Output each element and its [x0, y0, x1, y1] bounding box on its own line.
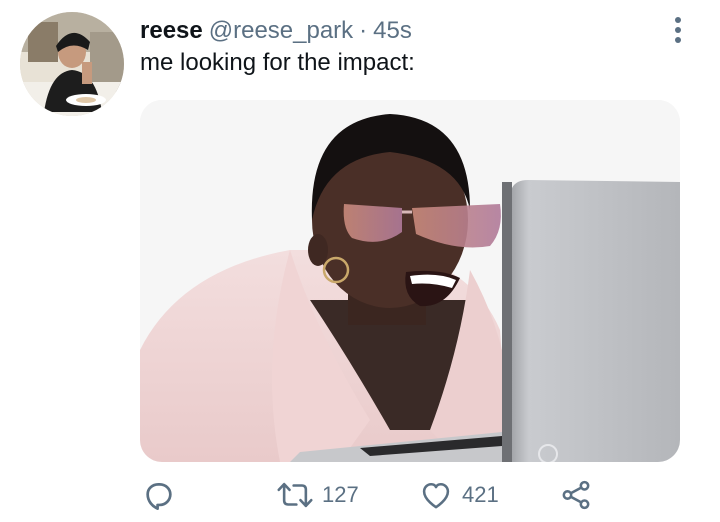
share-icon: [562, 480, 590, 510]
retweet-count: 127: [322, 482, 359, 507]
reply-icon: [146, 483, 172, 510]
more-vertical-icon[interactable]: [666, 14, 690, 46]
retweet-button[interactable]: 127: [276, 476, 359, 514]
retweet-icon: [277, 482, 313, 508]
like-count: 421: [462, 482, 499, 507]
meme-illustration: [140, 100, 680, 462]
avatar-image: [20, 12, 124, 116]
tweet-header: reese @reese_park · 45s: [140, 16, 412, 46]
reply-button[interactable]: [142, 476, 184, 514]
share-button[interactable]: [558, 476, 594, 514]
user-handle[interactable]: @reese_park: [209, 17, 353, 45]
separator-dot: ·: [359, 17, 368, 44]
like-button[interactable]: 421: [418, 476, 499, 514]
tweet-text: me looking for the impact:: [140, 49, 415, 76]
timestamp[interactable]: 45s: [373, 17, 412, 45]
avatar[interactable]: [20, 12, 124, 116]
display-name[interactable]: reese: [140, 17, 203, 45]
tweet-actions-bar: 127 421: [140, 476, 610, 514]
tweet-media-image[interactable]: [140, 100, 680, 462]
heart-icon: [422, 482, 450, 509]
tweet-card[interactable]: reese @reese_park · 45s me looking for t…: [0, 0, 720, 522]
